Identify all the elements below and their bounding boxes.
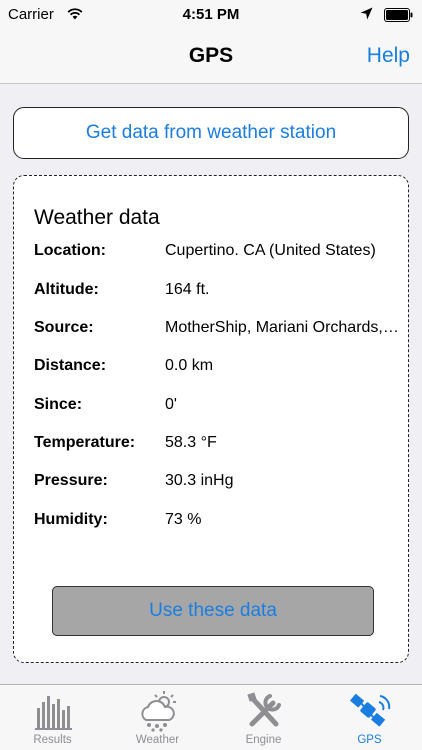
tab-bar: Results Weather Engine GPS xyxy=(0,684,422,750)
weather-row-pressure: Pressure: 30.3 inHg xyxy=(34,472,406,496)
weather-row-since: Since: 0' xyxy=(34,396,406,420)
temperature-value: 58.3 °F xyxy=(165,434,217,451)
pressure-value: 30.3 inHg xyxy=(165,472,234,489)
location-arrow-icon xyxy=(360,7,373,24)
tab-weather[interactable]: Weather xyxy=(105,685,210,750)
weather-icon xyxy=(137,690,179,732)
weather-data-title: Weather data xyxy=(34,206,160,229)
bar-chart-icon xyxy=(32,690,74,732)
weather-row-altitude: Altitude: 164 ft. xyxy=(34,281,406,305)
humidity-value: 73 % xyxy=(165,511,202,528)
use-these-data-button[interactable]: Use these data xyxy=(52,586,374,636)
pressure-label: Pressure: xyxy=(34,472,108,489)
battery-icon xyxy=(384,8,414,22)
status-bar: Carrier 4:51 PM xyxy=(0,0,422,30)
since-value: 0' xyxy=(165,396,177,413)
weather-row-temperature: Temperature: 58.3 °F xyxy=(34,434,406,458)
status-time: 4:51 PM xyxy=(182,6,240,23)
weather-row-location: Location: Cupertino. CA (United States) xyxy=(34,242,406,266)
tab-gps-label: GPS xyxy=(357,734,382,746)
tools-icon xyxy=(243,690,285,732)
weather-row-distance: Distance: 0.0 km xyxy=(34,357,406,381)
source-value: MotherShip, Mariani Orchards, Cupertino xyxy=(165,319,402,336)
navigation-bar: GPS Help xyxy=(0,30,422,84)
get-weather-station-data-button[interactable]: Get data from weather station xyxy=(13,107,409,159)
weather-row-source: Source: MotherShip, Mariani Orchards, Cu… xyxy=(34,319,406,343)
tab-results-label: Results xyxy=(33,734,72,746)
source-label: Source: xyxy=(34,319,94,336)
temperature-label: Temperature: xyxy=(34,434,136,451)
weather-row-humidity: Humidity: 73 % xyxy=(34,511,406,535)
tab-gps[interactable]: GPS xyxy=(317,685,422,750)
distance-value: 0.0 km xyxy=(165,357,214,374)
satellite-icon xyxy=(349,690,391,732)
weather-data-card: Weather data Location: Cupertino. CA (Un… xyxy=(13,175,409,663)
altitude-value: 164 ft. xyxy=(165,281,210,298)
distance-label: Distance: xyxy=(34,357,107,374)
tab-engine-label: Engine xyxy=(245,734,282,746)
page-title: GPS xyxy=(188,44,234,67)
tab-weather-label: Weather xyxy=(135,734,180,746)
humidity-label: Humidity: xyxy=(34,511,108,528)
altitude-label: Altitude: xyxy=(34,281,99,298)
since-label: Since: xyxy=(34,396,83,413)
location-label: Location: xyxy=(34,242,106,259)
tab-engine[interactable]: Engine xyxy=(211,685,316,750)
help-button[interactable]: Help xyxy=(367,44,410,68)
location-value: Cupertino. CA (United States) xyxy=(165,242,376,259)
tab-results[interactable]: Results xyxy=(0,685,105,750)
